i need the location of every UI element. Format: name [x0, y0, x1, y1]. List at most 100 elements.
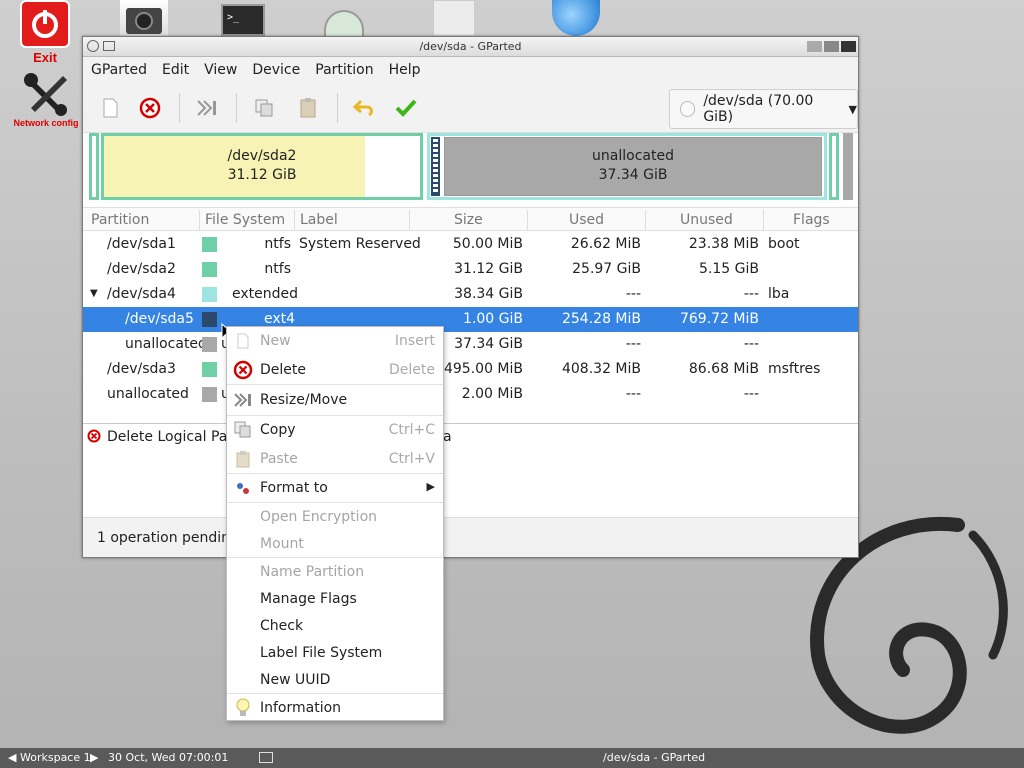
window-titlebar[interactable]: /dev/sda - GParted [83, 37, 858, 57]
exit-desktop-icon[interactable]: Exit [18, 0, 72, 65]
used: 408.32 MiB [561, 361, 641, 377]
resize-icon [233, 390, 253, 410]
col-size[interactable]: Size [454, 212, 483, 228]
diskmap-extended[interactable]: unallocated 37.34 GiB [427, 133, 827, 200]
menu-item-resize-move[interactable]: Resize/Move [227, 387, 443, 413]
workspace-next-icon[interactable]: ▶ [90, 751, 98, 764]
menu-item-open-encryption[interactable]: Open Encryption [227, 504, 443, 530]
col-separator [294, 210, 295, 230]
expander-chevron-icon[interactable]: ▼ [90, 288, 98, 299]
menu-separator [227, 693, 443, 694]
table-row[interactable]: unallocated u 37.34 GiB --- --- [83, 332, 858, 357]
menu-item-check[interactable]: Check [227, 613, 443, 639]
globe-desktop-icon[interactable] [552, 0, 600, 36]
diskmap-unallocated-size: 37.34 GiB [598, 167, 668, 183]
resize-move-button[interactable] [194, 95, 220, 121]
paste-icon [300, 98, 316, 118]
file-desktop-icon[interactable] [433, 0, 475, 36]
undo-button[interactable] [351, 95, 377, 121]
table-row[interactable]: /dev/sda2 ntfs 31.12 GiB 25.97 GiB 5.15 … [83, 257, 858, 282]
size: 31.12 GiB [454, 261, 523, 277]
network-config-label: Network config [13, 118, 79, 128]
menu-separator [227, 384, 443, 385]
menu-edit[interactable]: Edit [162, 62, 189, 78]
menu-item-open-encryption-label: Open Encryption [260, 509, 378, 525]
gparted-window: /dev/sda - GParted GParted Edit View Dev… [82, 36, 859, 558]
chevron-down-icon: ▼ [848, 102, 857, 116]
delete-icon [233, 360, 253, 380]
menu-partition[interactable]: Partition [315, 62, 373, 78]
apply-button[interactable] [393, 95, 419, 121]
menu-item-name-partition[interactable]: Name Partition [227, 559, 443, 585]
delete-partition-button[interactable] [137, 95, 163, 121]
menu-item-information[interactable]: Information [227, 695, 443, 721]
menu-item-new-uuid[interactable]: New UUID [227, 667, 443, 693]
menu-item-format-to[interactable]: Format to ▶ [227, 475, 443, 501]
table-row-selected[interactable]: /dev/sda5 ext4 1.00 GiB 254.28 MiB 769.7… [83, 307, 858, 332]
menu-view[interactable]: View [204, 62, 237, 78]
table-row[interactable]: unallocated u 2.00 MiB --- --- [83, 382, 858, 407]
col-filesystem[interactable]: File System [205, 212, 285, 228]
table-row[interactable]: ▼ /dev/sda4 extended 38.34 GiB --- --- l… [83, 282, 858, 307]
disk-icon [680, 101, 696, 117]
col-used[interactable]: Used [569, 212, 604, 228]
menu-item-delete-accel: Delete [389, 362, 435, 378]
clock: 30 Oct, Wed 07:00:01 [108, 751, 229, 764]
diskmap-sda2[interactable]: /dev/sda2 31.12 GiB [101, 133, 423, 200]
close-button[interactable] [841, 41, 856, 52]
col-label[interactable]: Label [300, 212, 338, 228]
device-selector[interactable]: /dev/sda (70.00 GiB) ▼ [669, 89, 858, 129]
pending-operation-label: Delete Logical Part [107, 429, 239, 445]
menu-gparted[interactable]: GParted [91, 62, 147, 78]
col-unused[interactable]: Unused [680, 212, 733, 228]
menu-item-information-label: Information [260, 700, 342, 716]
diskmap-sda2-size: 31.12 GiB [227, 167, 297, 183]
copy-button[interactable] [251, 95, 277, 121]
menu-item-manage-flags[interactable]: Manage Flags [227, 586, 443, 612]
table-row[interactable]: /dev/sda1 ntfs System Reserved 50.00 MiB… [83, 232, 858, 257]
col-flags[interactable]: Flags [793, 212, 830, 228]
table-row[interactable]: /dev/sda3 495.00 MiB 408.32 MiB 86.68 Mi… [83, 357, 858, 382]
window-title: /dev/sda - GParted [419, 40, 522, 53]
network-config-desktop-icon[interactable]: Network config [6, 70, 86, 128]
workspace-prev-icon[interactable]: ◀ [8, 751, 16, 764]
menu-item-copy[interactable]: Copy Ctrl+C [227, 417, 443, 443]
menu-item-format-label: Format to [260, 480, 328, 496]
fs-color-swatch [202, 387, 217, 402]
undo-icon [353, 99, 373, 117]
terminal-desktop-icon[interactable]: >_ [221, 4, 265, 36]
workspace-label[interactable]: Workspace 1 [20, 751, 91, 764]
diskmap-tail-unallocated[interactable] [843, 133, 853, 200]
fs-color-swatch [202, 362, 217, 377]
gauge-desktop-icon[interactable] [324, 10, 364, 36]
paste-button[interactable] [295, 95, 321, 121]
camera-desktop-icon[interactable] [120, 0, 168, 36]
size: 50.00 MiB [452, 236, 523, 252]
pending-operation-item[interactable]: Delete Logical Part [87, 429, 239, 445]
menu-item-mount[interactable]: Mount [227, 531, 443, 557]
menu-item-label-file-system[interactable]: Label File System [227, 640, 443, 666]
menu-device[interactable]: Device [252, 62, 300, 78]
status-text: 1 operation pending [97, 530, 239, 546]
taskbar-task[interactable]: /dev/sda - GParted [603, 751, 705, 764]
device-selector-label: /dev/sda (70.00 GiB) [703, 93, 814, 125]
menu-help[interactable]: Help [389, 62, 421, 78]
used: --- [625, 386, 641, 402]
diskmap-sda3[interactable] [829, 133, 839, 200]
filesystem: ntfs [264, 236, 291, 252]
menu-item-paste[interactable]: Paste Ctrl+V [227, 446, 443, 472]
unused: 23.38 MiB [688, 236, 759, 252]
new-partition-button[interactable] [97, 95, 123, 121]
col-partition[interactable]: Partition [91, 212, 149, 228]
unused: 769.72 MiB [679, 311, 759, 327]
diskmap-sda5[interactable] [431, 137, 440, 196]
menu-item-delete[interactable]: Delete Delete [227, 357, 443, 383]
menu-separator [227, 473, 443, 474]
minimize-button[interactable] [807, 41, 822, 52]
menu-item-check-label: Check [260, 618, 304, 634]
lightbulb-icon [233, 698, 253, 718]
menu-item-new[interactable]: New Insert [227, 328, 443, 354]
diskmap-sda1[interactable] [89, 133, 99, 200]
maximize-button[interactable] [824, 41, 839, 52]
partition-name: /dev/sda2 [107, 261, 176, 277]
